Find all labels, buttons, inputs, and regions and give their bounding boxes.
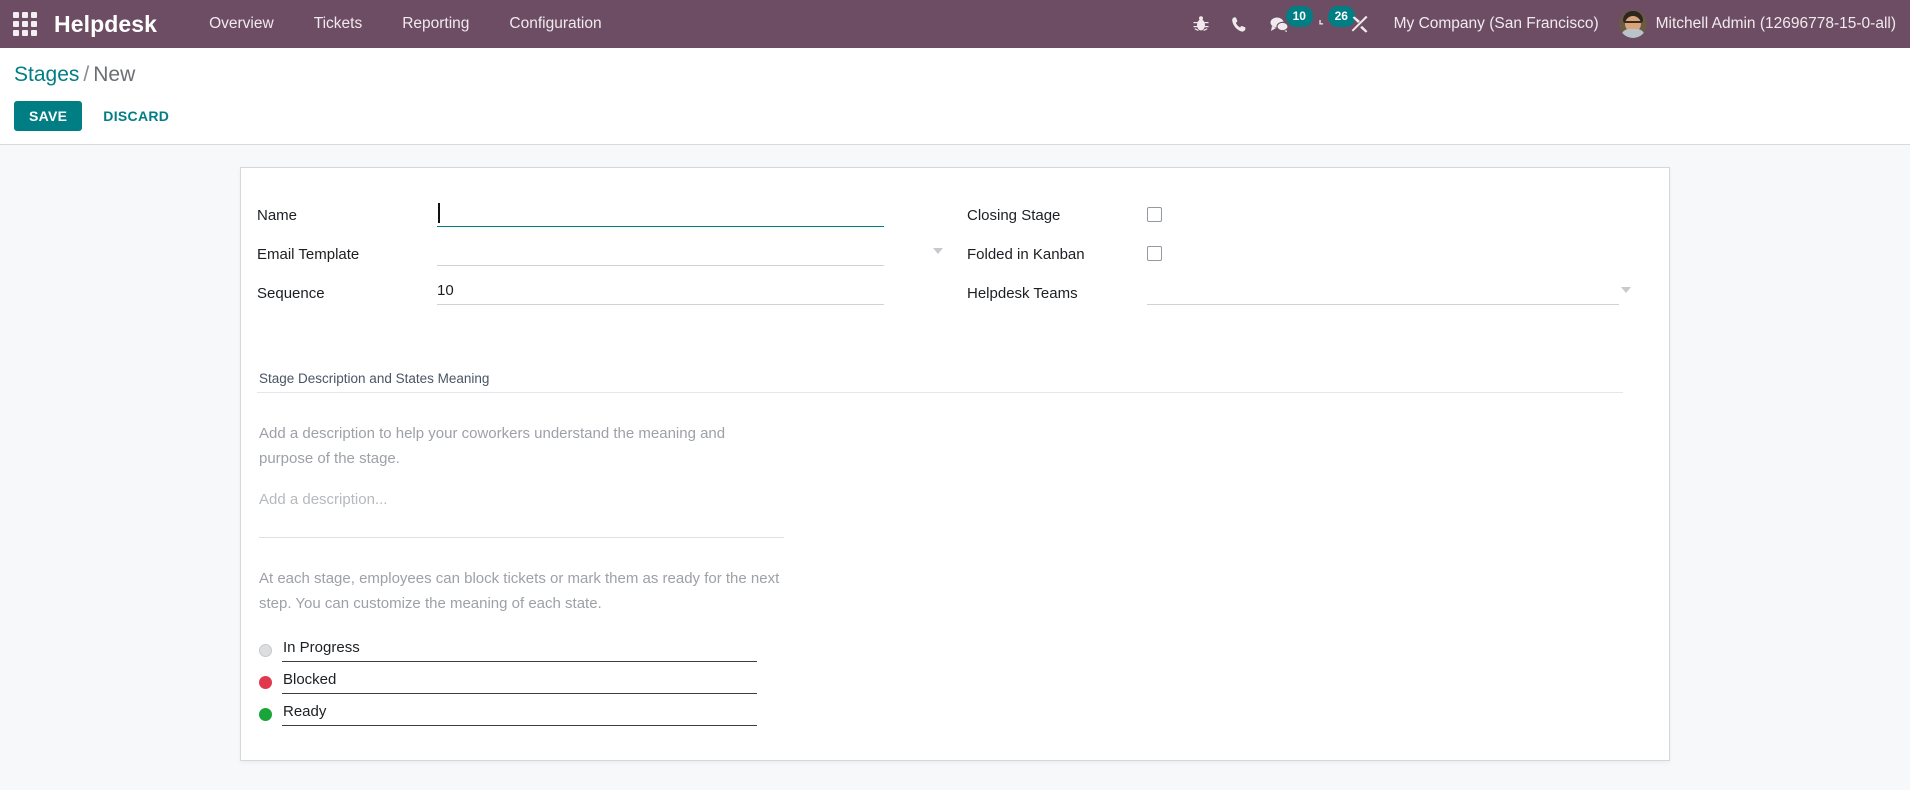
app-brand-helpdesk[interactable]: Helpdesk xyxy=(50,0,167,48)
closing-stage-checkbox[interactable] xyxy=(1147,207,1162,222)
field-row-name: Name xyxy=(257,202,945,231)
name-input[interactable] xyxy=(437,202,884,227)
description-editor[interactable]: Add a description... xyxy=(259,489,784,538)
breadcrumb: Stages / New xyxy=(0,60,1910,90)
main-menu: Overview Tickets Reporting Configuration xyxy=(189,0,622,48)
bug-icon[interactable] xyxy=(1182,0,1220,48)
field-row-email-template: Email Template xyxy=(257,241,945,270)
field-label-sequence: Sequence xyxy=(257,285,325,302)
apps-grid-icon xyxy=(13,12,37,36)
field-control-folded-in-kanban xyxy=(1147,241,1633,261)
stage-description-section: Stage Description and States Meaning Add… xyxy=(257,371,1633,726)
field-control-helpdesk-teams xyxy=(1147,280,1633,305)
breadcrumb-stages-link[interactable]: Stages xyxy=(14,63,79,86)
form-field-grid: Name Email Template Sequence 10 Closing … xyxy=(257,202,1633,319)
field-row-sequence: Sequence xyxy=(257,280,945,309)
form-view-background: Name Email Template Sequence 10 Closing … xyxy=(0,145,1910,790)
field-label-helpdesk-teams: Helpdesk Teams xyxy=(967,285,1078,302)
state-labels-group xyxy=(257,638,1633,726)
form-sheet: Name Email Template Sequence 10 Closing … xyxy=(240,167,1670,761)
top-navbar: Helpdesk Overview Tickets Reporting Conf… xyxy=(0,0,1910,48)
state-dot-red-icon xyxy=(259,675,272,689)
chevron-down-icon xyxy=(933,248,943,254)
save-button[interactable]: SAVE xyxy=(14,101,83,131)
state-blocked-input[interactable] xyxy=(282,670,757,694)
breadcrumb-current-record: New xyxy=(93,63,136,86)
control-panel: Stages / New SAVE DISCARD xyxy=(0,48,1910,145)
email-template-input[interactable] xyxy=(437,241,884,266)
field-row-closing-stage: Closing Stage xyxy=(967,202,1633,231)
state-row-ready xyxy=(259,702,1633,726)
section-title: Stage Description and States Meaning xyxy=(259,371,490,386)
folded-in-kanban-checkbox[interactable] xyxy=(1147,246,1162,261)
description-help-text: Add a description to help your coworkers… xyxy=(259,425,726,467)
sequence-input[interactable] xyxy=(437,280,884,305)
helpdesk-teams-select[interactable] xyxy=(1147,280,1633,305)
menu-item-configuration[interactable]: Configuration xyxy=(489,0,621,48)
field-label-email-template: Email Template xyxy=(257,246,360,263)
field-row-helpdesk-teams: Helpdesk Teams xyxy=(967,280,1633,309)
state-dot-grey-icon xyxy=(259,643,272,657)
field-control-closing-stage xyxy=(1147,202,1633,222)
activities-clock-icon[interactable]: 26 xyxy=(1300,0,1355,48)
text-cursor xyxy=(438,203,440,223)
chevron-down-icon xyxy=(1621,287,1631,293)
record-action-buttons: SAVE DISCARD xyxy=(0,90,1910,144)
section-divider xyxy=(257,392,1623,393)
field-label-closing-stage: Closing Stage xyxy=(967,207,1061,224)
messages-icon[interactable]: 10 xyxy=(1258,0,1313,48)
helpdesk-teams-input[interactable] xyxy=(1147,280,1619,305)
state-row-blocked xyxy=(259,670,1633,694)
field-control-sequence xyxy=(437,280,945,305)
user-name-label: Mitchell Admin (12696778-15-0-all) xyxy=(1655,15,1896,32)
user-menu[interactable]: Mitchell Admin (12696778-15-0-all) xyxy=(1615,0,1896,48)
menu-item-overview[interactable]: Overview xyxy=(189,0,294,48)
avatar xyxy=(1618,10,1647,38)
apps-menu-button[interactable] xyxy=(0,0,50,48)
menu-item-reporting[interactable]: Reporting xyxy=(382,0,489,48)
navbar-systray: 10 26 My Company (San Francisco) Mitchel… xyxy=(1182,0,1910,48)
field-label-name: Name xyxy=(257,207,298,224)
field-control-name xyxy=(437,202,945,227)
state-row-in-progress xyxy=(259,638,1633,662)
field-control-email-template xyxy=(437,241,945,266)
state-in-progress-input[interactable] xyxy=(282,638,757,662)
menu-item-tickets[interactable]: Tickets xyxy=(294,0,383,48)
phone-icon[interactable] xyxy=(1220,0,1258,48)
tools-icon[interactable] xyxy=(1340,0,1380,48)
field-row-folded-in-kanban: Folded in Kanban xyxy=(967,241,1633,270)
state-dot-green-icon xyxy=(259,707,272,721)
form-column-left: Name Email Template Sequence 10 xyxy=(257,202,945,319)
breadcrumb-separator: / xyxy=(83,63,90,86)
form-column-right: Closing Stage Folded in Kanban Helpdesk … xyxy=(945,202,1633,319)
discard-button[interactable]: DISCARD xyxy=(90,101,182,131)
email-template-select[interactable] xyxy=(437,241,945,266)
states-help-text: At each stage, employees can block ticke… xyxy=(259,570,780,612)
state-ready-input[interactable] xyxy=(282,702,757,726)
field-label-folded-in-kanban: Folded in Kanban xyxy=(967,246,1085,263)
company-switcher[interactable]: My Company (San Francisco) xyxy=(1380,0,1615,48)
